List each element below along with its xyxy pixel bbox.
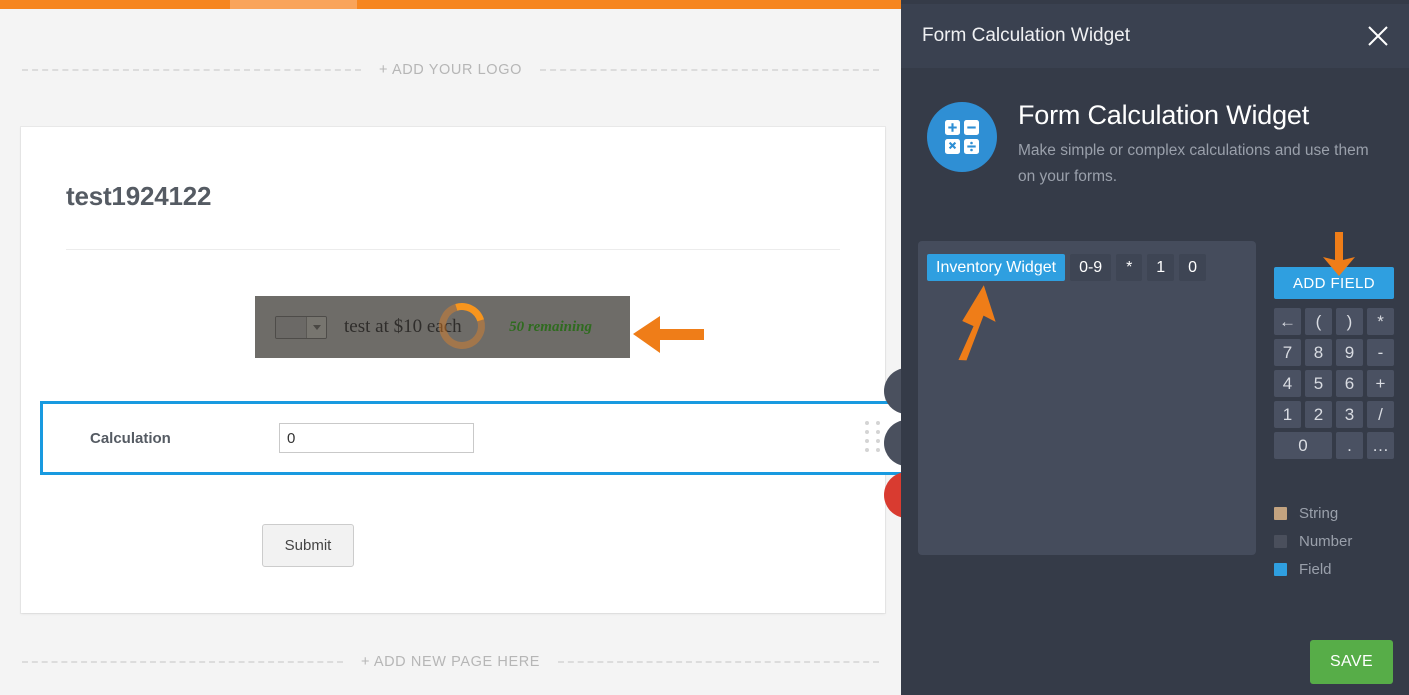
form-title: test1924122 (66, 181, 212, 211)
key-five[interactable]: 5 (1305, 370, 1332, 397)
add-logo-label: + ADD YOUR LOGO (379, 62, 522, 78)
form-card: test1924122 test at $10 each 50 remainin… (21, 127, 901, 613)
key-six[interactable]: 6 (1336, 370, 1363, 397)
key-divide[interactable]: / (1367, 401, 1394, 428)
top-progress-bar-segment (230, 0, 357, 9)
key-one[interactable]: 1 (1274, 401, 1301, 428)
keypad-keys: ←() * 7 8 9- 4 5 6 +1 2 3/ 0.… (1274, 308, 1394, 459)
title-divider (66, 249, 840, 250)
token-type-legend: String Number Field (1274, 499, 1404, 583)
key-close-paren[interactable]: ) (1336, 308, 1363, 335)
legend-swatch-field (1274, 562, 1287, 576)
key-two[interactable]: 2 (1305, 401, 1332, 428)
submit-button[interactable]: Submit (262, 524, 354, 567)
add-page-strip[interactable]: + ADD NEW PAGE HERE (0, 650, 901, 674)
formula-token-3[interactable]: 1 (1147, 254, 1175, 281)
dashed-divider-page-right (558, 661, 880, 663)
key-decimal[interactable]: . (1336, 432, 1363, 459)
calculation-field-row[interactable]: Calculation (40, 401, 901, 475)
inventory-widget-row[interactable]: test at $10 each 50 remaining (255, 294, 630, 358)
formula-token-2[interactable]: * (1116, 254, 1143, 281)
formula-editor[interactable]: Inventory Widget 0-9 * 1 0 (918, 241, 1256, 555)
calculation-input[interactable] (279, 423, 474, 453)
field-action-delete-button[interactable] (884, 472, 901, 518)
key-four[interactable]: 4 (1274, 370, 1301, 397)
key-multiply[interactable]: * (1367, 308, 1394, 335)
select-value-box (276, 316, 306, 338)
legend-label-string: String (1299, 504, 1339, 522)
key-zero[interactable]: 0 (1274, 432, 1332, 459)
widget-subtitle: Make simple or complex calculations and … (1018, 142, 1369, 185)
widget-hero-text: Form Calculation Widget Make simple or c… (1018, 100, 1378, 189)
app-root: + ADD YOUR LOGO test1924122 test at $10 … (0, 0, 1409, 695)
legend-item-string: String (1274, 499, 1404, 527)
chevron-down-icon (306, 316, 326, 338)
key-plus[interactable]: + (1367, 370, 1394, 397)
key-minus[interactable]: - (1367, 339, 1394, 366)
formula-token-list: Inventory Widget 0-9 * 1 0 (927, 254, 1256, 281)
calculator-icon (927, 102, 997, 172)
calculator-keypad: ADD FIELD ←() * 7 8 9- 4 5 6 +1 2 3/ 0.… (1274, 267, 1394, 459)
legend-label-number: Number (1299, 532, 1353, 550)
key-seven[interactable]: 7 (1274, 339, 1301, 366)
key-eight[interactable]: 8 (1305, 339, 1332, 366)
legend-swatch-number (1274, 534, 1287, 548)
inventory-quantity-select[interactable] (275, 315, 327, 339)
legend-swatch-string (1274, 506, 1287, 520)
dashed-divider-left (22, 69, 362, 71)
calculation-field-label: Calculation (90, 429, 171, 447)
widget-hero: Form Calculation Widget Make simple or c… (901, 68, 1409, 223)
widget-title: Form Calculation Widget (1018, 100, 1310, 130)
key-nine[interactable]: 9 (1336, 339, 1363, 366)
legend-label-field: Field (1299, 560, 1332, 578)
formula-token-1[interactable]: 0-9 (1070, 254, 1112, 281)
close-icon[interactable] (1363, 21, 1393, 51)
key-more[interactable]: … (1367, 432, 1394, 459)
loading-spinner-icon (430, 294, 494, 358)
dashed-divider-page-left (22, 661, 343, 663)
dashed-divider-right (539, 69, 879, 71)
legend-item-field: Field (1274, 555, 1404, 583)
key-open-paren[interactable]: ( (1305, 308, 1332, 335)
panel-header-title: Form Calculation Widget (922, 25, 1131, 46)
add-logo-strip[interactable]: + ADD YOUR LOGO (0, 58, 901, 82)
formula-token-0[interactable]: Inventory Widget (927, 254, 1066, 281)
key-backspace[interactable]: ← (1274, 308, 1301, 335)
save-button[interactable]: SAVE (1310, 640, 1393, 684)
add-field-button[interactable]: ADD FIELD (1274, 267, 1394, 299)
top-progress-bar (0, 0, 901, 9)
form-builder-canvas: + ADD YOUR LOGO test1924122 test at $10 … (0, 0, 901, 695)
key-three[interactable]: 3 (1336, 401, 1363, 428)
panel-header: Form Calculation Widget (901, 4, 1409, 68)
add-page-label: + ADD NEW PAGE HERE (360, 654, 541, 670)
field-action-buttons (884, 368, 901, 518)
field-action-duplicate-button[interactable] (884, 420, 901, 466)
inventory-remaining-label: 50 remaining (509, 318, 592, 335)
formula-token-4[interactable]: 0 (1179, 254, 1206, 281)
drag-handle-icon[interactable] (865, 421, 882, 455)
legend-item-number: Number (1274, 527, 1404, 555)
field-action-properties-button[interactable] (884, 368, 901, 414)
